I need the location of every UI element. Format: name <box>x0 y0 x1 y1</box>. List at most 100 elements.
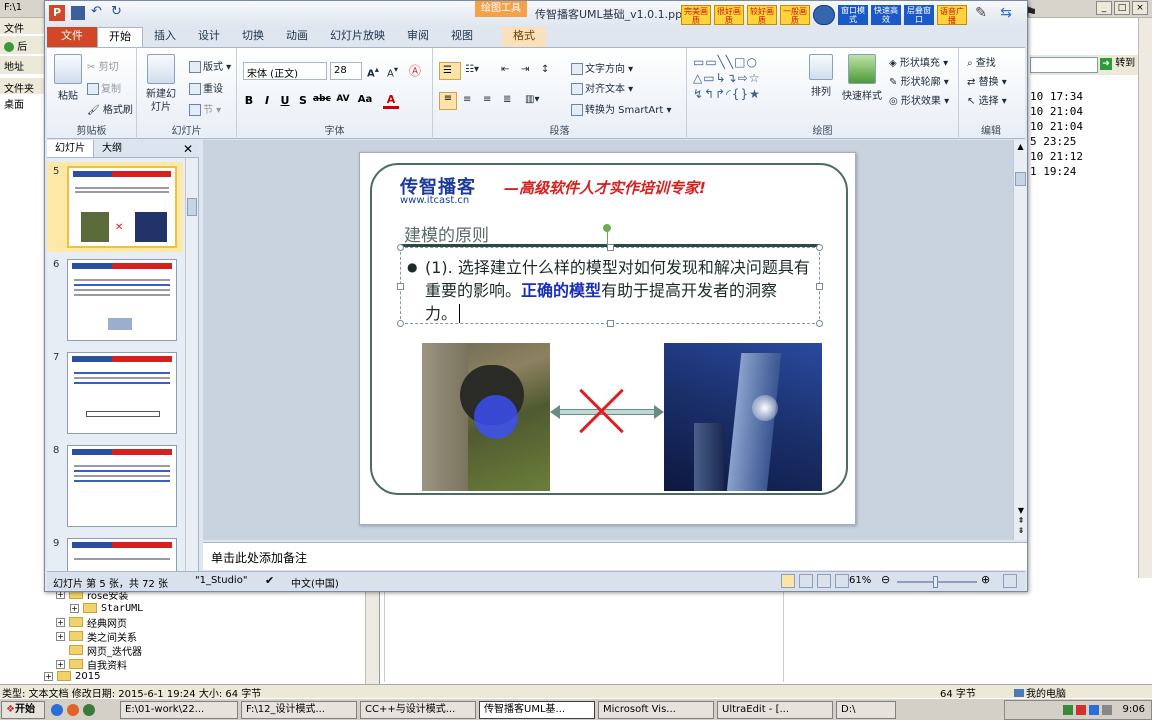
firefox-icon[interactable] <box>67 703 79 716</box>
slideshow-view-icon[interactable] <box>835 574 849 588</box>
list-item[interactable]: 5 23:25 <box>1030 135 1152 150</box>
zoom-slider[interactable] <box>897 576 977 588</box>
addin-button[interactable]: 快速高效 <box>871 5 901 25</box>
current-slide[interactable]: 传智播客 www.itcast.cn —高级软件人才实作培训专家! 建模的原则 <box>359 152 856 525</box>
addin-button[interactable]: 较好画质 <box>747 5 777 25</box>
strikethrough-button[interactable]: abc <box>313 94 331 104</box>
thumbnail-slot[interactable]: 8 <box>47 441 183 531</box>
explorer-back-button[interactable]: 后 <box>0 36 44 54</box>
resize-handle[interactable] <box>397 320 404 327</box>
shape-effects-button[interactable]: ◎ 形状效果 ▾ <box>889 92 949 107</box>
tree-row[interactable]: + 自我资料 <box>0 657 379 672</box>
list-item[interactable]: 10 21:04 <box>1030 120 1152 135</box>
tab-format[interactable]: 格式 <box>502 27 546 47</box>
scroll-thumb[interactable] <box>187 198 197 216</box>
scroll-up-icon[interactable]: ▲ <box>1015 142 1026 152</box>
thumbnail-slot[interactable]: 7 <box>47 348 183 438</box>
quick-styles-button[interactable]: 快速样式 <box>839 54 885 102</box>
align-left-button[interactable]: ≡ <box>439 92 457 110</box>
addin-button[interactable]: 语音广播 <box>937 5 967 25</box>
tab-outline[interactable]: 大纲 <box>94 140 130 157</box>
tree-scrollbar[interactable] <box>365 585 379 685</box>
list-item[interactable]: 10 17:34 <box>1030 90 1152 105</box>
list-item[interactable]: 1 19:24 <box>1030 165 1152 180</box>
tab-file[interactable]: 文件 <box>47 27 97 47</box>
increase-indent-button[interactable]: ⇥ <box>521 64 529 75</box>
red-cross-icon[interactable] <box>578 387 626 435</box>
powerpoint-app-icon[interactable]: P <box>49 5 65 21</box>
tab-slides[interactable]: 幻灯片 <box>47 140 94 157</box>
spellcheck-icon[interactable]: ✔ <box>265 574 274 587</box>
font-size-select[interactable]: 28 <box>330 62 362 80</box>
tree-row[interactable]: 网页_迭代器 <box>0 643 379 658</box>
transfer-icon[interactable]: ⇆ <box>995 5 1017 25</box>
tray-app-icon[interactable] <box>1101 704 1112 715</box>
justify-button[interactable]: ≣ <box>503 94 511 105</box>
find-button[interactable]: ⌕ 查找 <box>967 54 996 69</box>
tab-home[interactable]: 开始 <box>97 27 143 47</box>
flag-icon[interactable]: ⚑ <box>1020 5 1042 25</box>
ie-icon[interactable] <box>51 703 63 716</box>
shrink-font-button[interactable]: A▾ <box>387 64 398 79</box>
font-name-select[interactable]: 宋体 (正文) <box>243 62 327 80</box>
bold-button[interactable]: B <box>241 94 257 107</box>
address-input[interactable] <box>1030 57 1098 73</box>
slide-thumbnail[interactable]: ✕ <box>67 166 177 248</box>
align-right-button[interactable]: ≡ <box>483 94 491 105</box>
rotation-handle[interactable] <box>603 224 611 232</box>
tab-design[interactable]: 设计 <box>187 27 231 47</box>
taskbar-item[interactable]: D:\ <box>836 700 896 719</box>
zoom-slider-thumb[interactable] <box>933 576 938 588</box>
bullet-paragraph[interactable]: ● (1). 选择建立什么样的模型对如何发现和解决问题具有重要的影响。正确的模型… <box>407 256 811 325</box>
paste-button[interactable]: 粘贴 <box>53 54 83 102</box>
shape-outline-button[interactable]: ✎ 形状轮廓 ▾ <box>889 73 949 88</box>
expand-icon[interactable]: + <box>56 617 65 627</box>
addin-button[interactable]: 层叠窗口 <box>904 5 934 25</box>
scroll-thumb[interactable] <box>1015 172 1026 186</box>
tree-row[interactable]: + 类之间关系 <box>0 629 379 644</box>
cut-button[interactable]: ✂ 剪切 <box>87 58 119 73</box>
zoom-out-icon[interactable]: ⊖ <box>881 573 890 586</box>
grow-font-button[interactable]: A▴ <box>367 64 379 79</box>
tree-row[interactable]: + StarUML <box>0 601 379 615</box>
align-text-button[interactable]: 对齐文本 ▾ <box>571 80 633 95</box>
zoom-in-icon[interactable]: ⊕ <box>981 573 990 586</box>
underline-button[interactable]: U <box>277 94 293 107</box>
expand-icon[interactable]: + <box>44 671 53 681</box>
taskbar-item[interactable]: CC++与设计模式... <box>360 700 476 719</box>
explorer-scrollbar[interactable] <box>1138 18 1152 578</box>
expand-icon[interactable]: + <box>56 631 65 641</box>
align-center-button[interactable]: ≡ <box>463 94 471 105</box>
layout-button[interactable]: 版式 ▾ <box>189 58 231 73</box>
list-item[interactable]: 10 21:04 <box>1030 105 1152 120</box>
zoom-level[interactable]: 61% <box>849 575 871 586</box>
taskbar-item[interactable]: UltraEdit - [... <box>717 700 833 719</box>
tab-view[interactable]: 视图 <box>440 27 484 47</box>
addin-button[interactable]: 完美画质 <box>681 5 711 25</box>
italic-button[interactable]: I <box>259 94 275 107</box>
resize-handle[interactable] <box>397 244 404 251</box>
content-textbox[interactable]: ● (1). 选择建立什么样的模型对如何发现和解决问题具有重要的影响。正确的模型… <box>397 224 823 327</box>
new-slide-button[interactable]: 新建幻灯片 <box>143 54 179 114</box>
pen-tool-icon[interactable]: ✎ <box>970 5 992 25</box>
close-pane-icon[interactable]: ✕ <box>177 140 199 157</box>
skyscraper-photo[interactable] <box>664 343 822 491</box>
redo-icon[interactable]: ↻ <box>111 5 125 20</box>
taskbar-item[interactable]: E:\01-work\22... <box>120 700 238 719</box>
scroll-down-icon[interactable]: ▼ ⇞ ⇟ <box>1015 506 1027 536</box>
bullets-button[interactable]: ☰ <box>439 62 461 80</box>
reset-button[interactable]: 重设 <box>189 80 223 95</box>
select-button[interactable]: ↖ 选择 ▾ <box>967 92 1007 107</box>
addin-button[interactable]: 很好画质 <box>714 5 744 25</box>
arrange-button[interactable]: 排列 <box>807 54 835 98</box>
expand-icon[interactable]: + <box>56 659 65 669</box>
undo-icon[interactable]: ↶ <box>91 5 105 20</box>
columns-button[interactable]: ▥▾ <box>525 94 539 105</box>
minimize-button[interactable]: _ <box>1096 1 1112 15</box>
fit-to-window-icon[interactable] <box>1003 574 1017 588</box>
format-painter-button[interactable]: 🖌 格式刷 <box>87 101 133 116</box>
list-item[interactable]: 10 21:12 <box>1030 150 1152 165</box>
slide-thumbnail[interactable] <box>67 445 177 527</box>
tab-animations[interactable]: 动画 <box>275 27 319 47</box>
clock[interactable]: 9:06 <box>1123 704 1145 715</box>
